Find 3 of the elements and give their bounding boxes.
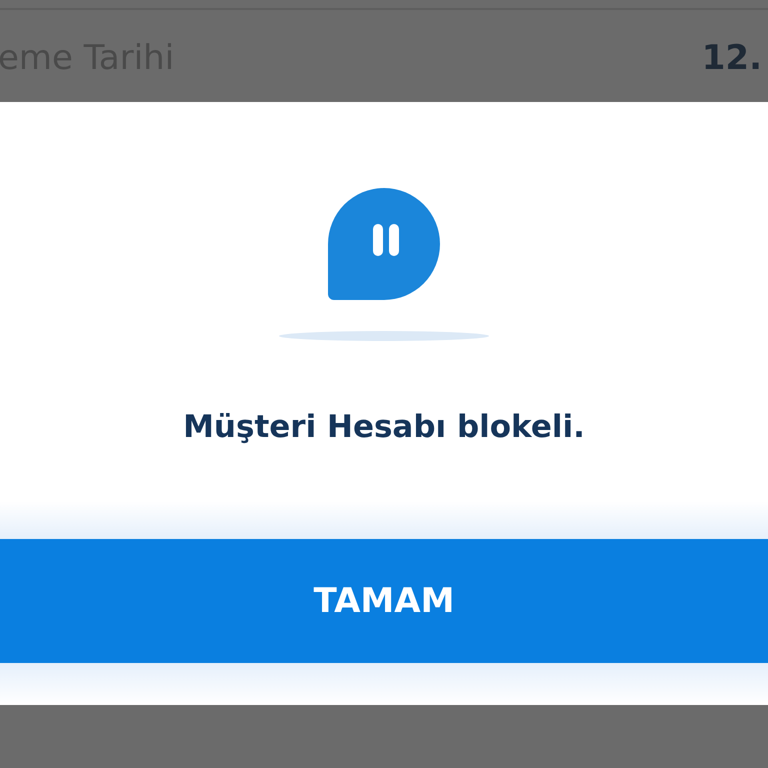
field-value: 12.	[702, 36, 762, 80]
ok-button[interactable]: TAMAM	[0, 539, 768, 663]
message-text: Müşteri Hesabı blokeli.	[183, 408, 585, 447]
